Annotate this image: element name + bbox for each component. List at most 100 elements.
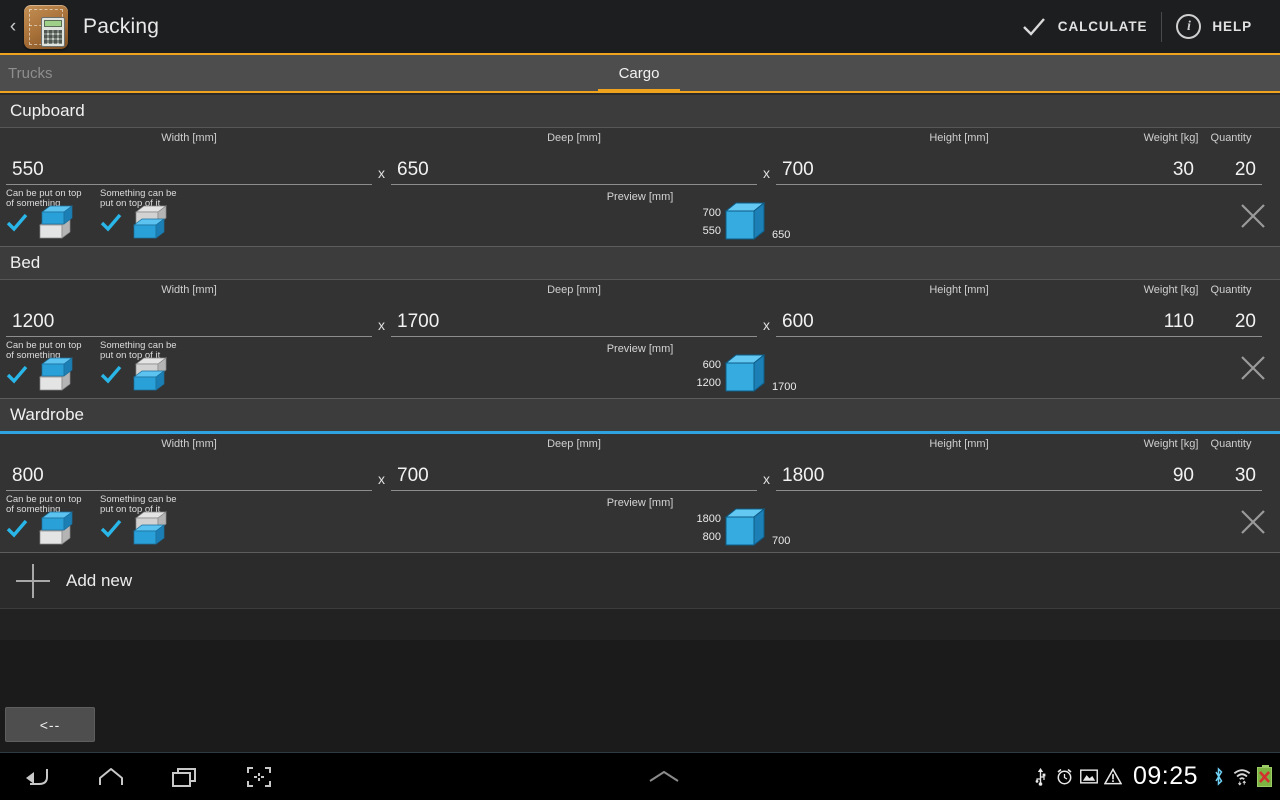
box-under-box-thumbnail — [128, 356, 168, 395]
quantity-field[interactable]: Quantity 30 — [1200, 438, 1262, 491]
recents-icon — [172, 767, 196, 787]
quantity-value: 20 — [1200, 306, 1262, 337]
width-label: Width [mm] — [161, 132, 217, 144]
height-value: 700 — [776, 154, 1142, 185]
wifi-icon — [1233, 768, 1251, 786]
height-field[interactable]: Height [mm] 600 — [776, 284, 1142, 337]
can-be-put-on-top-option[interactable]: Can be put on top of something — [6, 494, 92, 549]
checkbox-checked-icon[interactable] — [100, 364, 122, 386]
deep-field[interactable]: Deep [mm] 700 — [391, 438, 757, 491]
quantity-label: Quantity — [1210, 284, 1252, 296]
empty-area — [0, 609, 1280, 640]
bottom-bar: <-- — [0, 640, 1280, 752]
tab-bar: Trucks Cargo — [0, 55, 1280, 93]
cargo-item: Cupboard Width [mm] 550 x Deep [mm] 650 … — [0, 95, 1280, 247]
add-new-button[interactable]: Add new — [0, 553, 1280, 609]
x-separator: x — [763, 317, 770, 333]
check-icon — [1022, 17, 1045, 36]
height-field[interactable]: Height [mm] 1800 — [776, 438, 1142, 491]
calculate-label: CALCULATE — [1057, 19, 1148, 34]
checkbox-checked-icon[interactable] — [100, 518, 122, 540]
nav-screenshot-button[interactable] — [222, 753, 296, 800]
calculate-button[interactable]: CALCULATE — [1007, 0, 1162, 54]
preview-deep-label: 1700 — [772, 381, 797, 393]
checkbox-checked-icon[interactable] — [6, 212, 28, 234]
quantity-value: 20 — [1200, 154, 1262, 185]
weight-field[interactable]: Weight [kg] 110 — [1142, 284, 1200, 337]
box-on-box-thumbnail — [34, 204, 74, 243]
nav-expand-button[interactable] — [296, 768, 1032, 786]
nav-recents-button[interactable] — [148, 753, 222, 800]
weight-label: Weight [kg] — [1143, 438, 1199, 450]
deep-value: 1700 — [391, 306, 757, 337]
deep-label: Deep [mm] — [547, 132, 601, 144]
width-field[interactable]: Width [mm] 800 — [6, 438, 372, 491]
preview-height-label: 1800 — [696, 513, 721, 525]
back-button[interactable]: <-- — [5, 707, 95, 742]
height-field[interactable]: Height [mm] 700 — [776, 132, 1142, 185]
nav-home-button[interactable] — [74, 753, 148, 800]
height-label: Height [mm] — [929, 284, 989, 296]
preview-caption: Preview [mm] — [606, 191, 674, 203]
app-screen: ‹ Packing CALCULATE i HELP Trucks Cargo — [0, 0, 1280, 800]
width-field[interactable]: Width [mm] 550 — [6, 132, 372, 185]
app-icon[interactable] — [24, 4, 68, 49]
tab-trucks[interactable]: Trucks — [0, 55, 598, 91]
checkbox-checked-icon[interactable] — [6, 518, 28, 540]
quantity-field[interactable]: Quantity 20 — [1200, 132, 1262, 185]
weight-field[interactable]: Weight [kg] 90 — [1142, 438, 1200, 491]
deep-label: Deep [mm] — [547, 284, 601, 296]
cargo-name-field[interactable]: Cupboard — [0, 95, 1280, 128]
checkbox-checked-icon[interactable] — [100, 212, 122, 234]
weight-value: 110 — [1142, 306, 1200, 337]
x-separator: x — [378, 317, 385, 333]
plus-icon — [16, 563, 50, 598]
width-field[interactable]: Width [mm] 1200 — [6, 284, 372, 337]
something-on-top-option[interactable]: Something can be put on top of it — [100, 494, 186, 549]
cargo-list[interactable]: Cupboard Width [mm] 550 x Deep [mm] 650 … — [0, 95, 1280, 640]
usb-icon — [1032, 767, 1050, 786]
weight-label: Weight [kg] — [1143, 132, 1199, 144]
width-value: 800 — [6, 460, 372, 491]
status-icons[interactable]: 09:25 — [1032, 762, 1280, 791]
something-on-top-option[interactable]: Something can be put on top of it — [100, 340, 186, 395]
checkbox-checked-icon[interactable] — [6, 364, 28, 386]
preview-box: 700 550 650 — [694, 199, 804, 245]
can-be-put-on-top-option[interactable]: Can be put on top of something — [6, 188, 92, 243]
quantity-label: Quantity — [1210, 132, 1252, 144]
options-row: Can be put on top of something Something… — [0, 491, 1280, 552]
preview-cube-icon — [724, 353, 766, 393]
page-title: Packing — [83, 14, 160, 38]
width-label: Width [mm] — [161, 284, 217, 296]
add-new-label: Add new — [66, 570, 133, 590]
options-row: Can be put on top of something Something… — [0, 337, 1280, 398]
weight-value: 90 — [1142, 460, 1200, 491]
preview-width-label: 550 — [702, 225, 721, 237]
back-icon — [26, 768, 48, 785]
delete-item-button[interactable] — [1238, 353, 1268, 383]
preview-height-label: 700 — [702, 207, 721, 219]
delete-item-button[interactable] — [1238, 507, 1268, 537]
weight-field[interactable]: Weight [kg] 30 — [1142, 132, 1200, 185]
home-icon — [99, 767, 123, 785]
screenshot-icon — [247, 766, 271, 787]
tab-cargo[interactable]: Cargo — [598, 55, 680, 93]
tab-cargo-label: Cargo — [618, 64, 660, 82]
deep-field[interactable]: Deep [mm] 650 — [391, 132, 757, 185]
navigate-up-icon[interactable]: ‹ — [4, 17, 22, 36]
preview-cube-icon — [724, 201, 766, 241]
quantity-field[interactable]: Quantity 20 — [1200, 284, 1262, 337]
weight-label: Weight [kg] — [1143, 284, 1199, 296]
nav-back-button[interactable] — [0, 753, 74, 800]
help-label: HELP — [1212, 19, 1252, 34]
something-on-top-option[interactable]: Something can be put on top of it — [100, 188, 186, 243]
delete-item-button[interactable] — [1238, 201, 1268, 231]
box-on-box-thumbnail — [34, 510, 74, 549]
dimension-row: Width [mm] 1200 x Deep [mm] 1700 x Heigh… — [0, 280, 1280, 337]
preview-height-label: 600 — [702, 359, 721, 371]
cargo-name-field[interactable]: Bed — [0, 247, 1280, 280]
can-be-put-on-top-option[interactable]: Can be put on top of something — [6, 340, 92, 395]
cargo-name-field[interactable]: Wardrobe — [0, 399, 1280, 434]
deep-field[interactable]: Deep [mm] 1700 — [391, 284, 757, 337]
help-button[interactable]: i HELP — [1162, 0, 1266, 54]
